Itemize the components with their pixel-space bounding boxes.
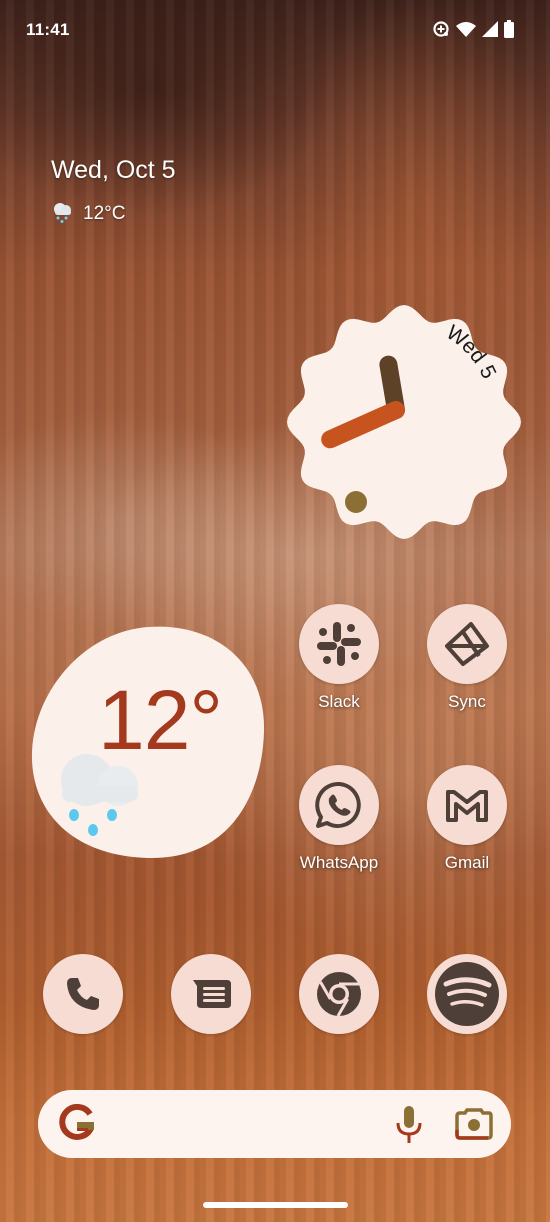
app-whatsapp[interactable]: WhatsApp (299, 765, 379, 873)
phone-icon[interactable] (43, 954, 123, 1034)
google-search-bar[interactable] (38, 1090, 511, 1158)
app-sync[interactable]: Sync (427, 604, 507, 712)
messages-icon[interactable] (171, 954, 251, 1034)
wifi-icon (456, 21, 476, 42)
chrome-icon[interactable] (299, 954, 379, 1034)
app-label: Gmail (444, 853, 490, 872)
glance-temperature: 12°C (83, 203, 126, 224)
glance-date[interactable]: Wed, Oct 5 (51, 156, 176, 185)
at-a-glance-widget[interactable]: Wed, Oct 5 12°C (51, 156, 176, 229)
data-saver-icon (432, 20, 450, 43)
dock-messages[interactable] (171, 954, 251, 1034)
cellular-signal-icon (482, 21, 498, 42)
app-label: WhatsApp (299, 853, 379, 872)
app-label: Slack (318, 692, 360, 711)
microphone-icon[interactable] (395, 1106, 423, 1149)
dock-spotify[interactable] (427, 954, 507, 1034)
clock-face (287, 305, 521, 539)
glance-weather[interactable]: 12°C (51, 199, 176, 229)
app-gmail[interactable]: Gmail (427, 765, 507, 873)
app-label: Sync (448, 692, 486, 711)
battery-icon (504, 20, 514, 43)
gmail-icon[interactable] (427, 765, 507, 845)
google-g-icon[interactable] (58, 1103, 96, 1149)
whatsapp-icon[interactable] (299, 765, 379, 845)
spotify-icon[interactable] (427, 954, 507, 1034)
gesture-navigation-handle[interactable] (203, 1202, 348, 1208)
slack-icon[interactable] (299, 604, 379, 684)
rain-cloud-icon (51, 199, 75, 229)
lens-camera-icon[interactable] (455, 1108, 493, 1145)
status-bar: 11:41 (0, 0, 550, 60)
sync-icon[interactable] (427, 604, 507, 684)
dock-chrome[interactable] (299, 954, 379, 1034)
clock-widget[interactable]: Wed 5 (284, 302, 524, 542)
weather-widget[interactable]: 12° (28, 622, 268, 862)
rain-cloud-icon (60, 752, 142, 845)
status-time: 11:41 (26, 20, 70, 39)
dock-phone[interactable] (43, 954, 123, 1034)
clock-dot (345, 491, 367, 513)
app-slack[interactable]: Slack (299, 604, 379, 712)
status-icons (432, 20, 514, 43)
